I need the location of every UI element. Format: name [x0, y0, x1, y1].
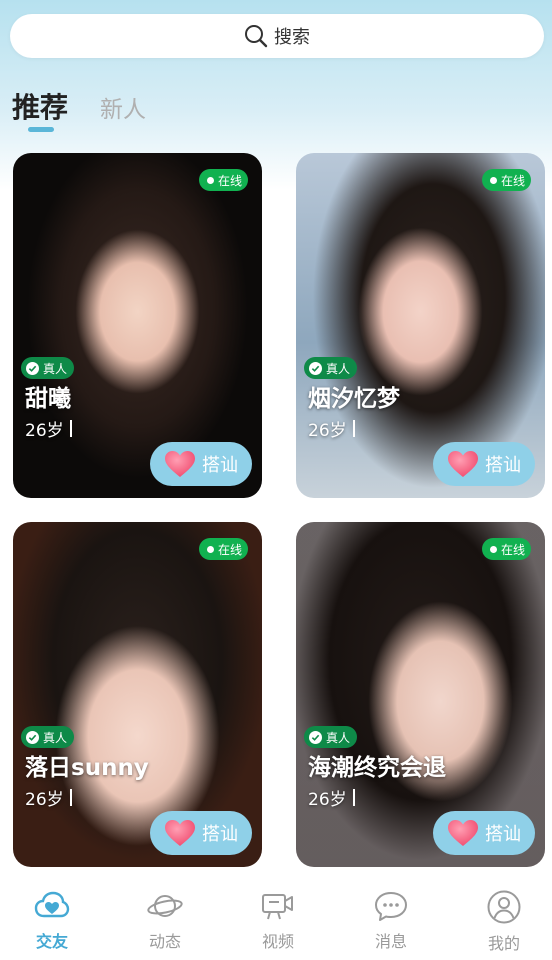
profile-icon [487, 890, 521, 924]
online-status-badge: 在线 [481, 538, 531, 560]
video-icon [262, 894, 293, 920]
verified-badge: 真人 [304, 357, 358, 379]
profile-name: 落日sunny [25, 755, 149, 781]
nav-item-moments[interactable]: 动态 [120, 890, 210, 952]
profile-name: 海潮终究会退 [308, 755, 446, 781]
tab-new-users[interactable]: 新人 [100, 90, 146, 124]
nav-label-messages: 消息 [374, 932, 407, 951]
profile-name: 烟汐忆梦 [308, 386, 400, 412]
search-bar[interactable]: 搜索 [10, 14, 544, 58]
online-dot-icon [489, 176, 497, 184]
profile-card[interactable]: 在线 真人 甜曦 26岁 搭讪 [13, 153, 262, 498]
online-status-badge: 在线 [198, 169, 248, 191]
verified-badge: 真人 [304, 726, 358, 748]
friends-icon [34, 891, 70, 918]
verified-label: 真人 [43, 730, 68, 745]
message-icon [375, 892, 407, 921]
profile-card[interactable]: 在线 真人 烟汐忆梦 26岁 搭讪 [296, 153, 545, 498]
verified-badge: 真人 [21, 357, 75, 379]
age-label: 26岁 [25, 790, 64, 810]
check-icon [26, 730, 39, 744]
verified-label: 真人 [326, 361, 351, 376]
profile-card[interactable]: 在线 真人 海潮终究会退 26岁 搭讪 [296, 522, 545, 867]
profile-name: 甜曦 [25, 386, 71, 412]
greet-label: 搭讪 [485, 455, 521, 476]
profile-card[interactable]: 在线 真人 落日sunny 26岁 搭讪 [13, 522, 262, 867]
greet-button[interactable]: 搭讪 [150, 442, 252, 486]
bottom-nav: 交友 动态 视频 消息 我的 [0, 880, 552, 960]
nav-item-messages[interactable]: 消息 [346, 890, 436, 952]
nav-label-friends: 交友 [35, 932, 68, 951]
nav-label-profile: 我的 [487, 934, 520, 953]
tab-recommend[interactable]: 推荐 [12, 86, 68, 126]
check-icon [309, 730, 322, 744]
heart-icon [165, 451, 195, 477]
nav-label-moments: 动态 [148, 932, 181, 951]
greet-label: 搭讪 [202, 824, 238, 845]
online-status-label: 在线 [217, 542, 242, 557]
greet-label: 搭讪 [202, 455, 238, 476]
age-divider [69, 789, 72, 806]
age-divider [352, 420, 355, 437]
age-divider [352, 789, 355, 806]
heart-icon [448, 451, 478, 477]
check-icon [309, 361, 322, 375]
profile-age: 26岁 [308, 416, 355, 441]
greet-button[interactable]: 搭讪 [433, 442, 535, 486]
online-status-badge: 在线 [198, 538, 248, 560]
age-label: 26岁 [308, 421, 347, 441]
profile-age: 26岁 [25, 416, 72, 441]
search-label: 搜索 [274, 27, 310, 48]
verified-label: 真人 [326, 730, 351, 745]
profile-age: 26岁 [25, 785, 72, 810]
heart-icon [165, 820, 195, 846]
search-icon [245, 25, 268, 48]
online-status-label: 在线 [217, 173, 242, 188]
age-divider [69, 420, 72, 437]
nav-label-video: 视频 [261, 932, 294, 951]
online-dot-icon [206, 176, 214, 184]
profile-age: 26岁 [308, 785, 355, 810]
planet-icon [147, 895, 183, 917]
verified-badge: 真人 [21, 726, 75, 748]
nav-item-video[interactable]: 视频 [233, 890, 323, 952]
nav-item-profile[interactable]: 我的 [459, 890, 549, 954]
check-icon [26, 361, 39, 375]
age-label: 26岁 [308, 790, 347, 810]
verified-label: 真人 [43, 361, 68, 376]
online-dot-icon [206, 545, 214, 553]
age-label: 26岁 [25, 421, 64, 441]
tab-active-indicator [28, 127, 54, 132]
greet-button[interactable]: 搭讪 [150, 811, 252, 855]
heart-icon [448, 820, 478, 846]
nav-item-friends[interactable]: 交友 [7, 890, 97, 952]
online-status-label: 在线 [500, 173, 525, 188]
greet-label: 搭讪 [485, 824, 521, 845]
online-dot-icon [489, 545, 497, 553]
greet-button[interactable]: 搭讪 [433, 811, 535, 855]
online-status-label: 在线 [500, 542, 525, 557]
online-status-badge: 在线 [481, 169, 531, 191]
